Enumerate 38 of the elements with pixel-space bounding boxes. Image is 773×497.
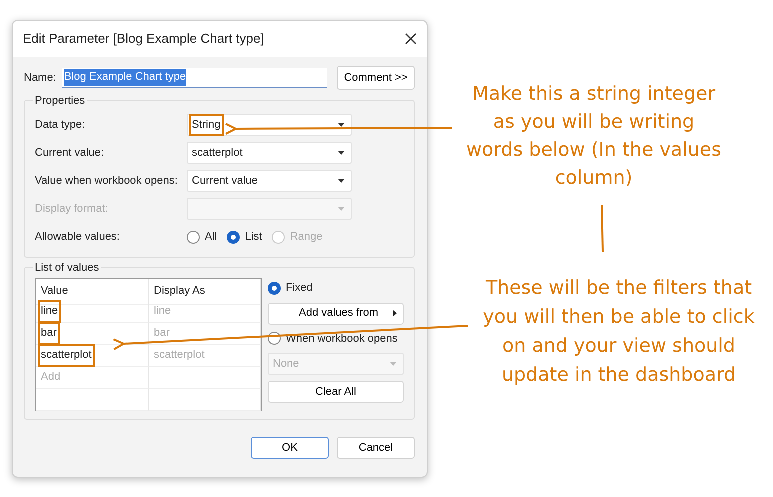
- annotation-text: Make this a string integer as you will be writing words below (In the values column): [466, 82, 722, 191]
- window-title: Edit Parameter [Blog Example Chart type]: [23, 30, 264, 48]
- column-header: Value: [36, 279, 149, 305]
- comment-button[interactable]: Comment >>: [337, 66, 415, 90]
- field-label: Value when workbook opens:: [35, 174, 179, 189]
- caret-icon: [338, 151, 345, 155]
- name-label: Name:: [24, 70, 56, 86]
- submenu-arrow-icon: [393, 310, 397, 317]
- name-field[interactable]: Blog Example Chart type: [62, 68, 328, 88]
- table-cell: bar: [149, 323, 261, 345]
- table-cell: scatterplot: [149, 345, 261, 367]
- table-cell: line: [36, 301, 149, 323]
- column-header: Display As: [149, 279, 261, 305]
- annotation-text: These will be the filters that you will then be able to click on and your view should update in the dashboard: [483, 276, 755, 388]
- add-values-button[interactable]: Add values from: [268, 302, 404, 324]
- field-label: Data type:: [35, 118, 86, 133]
- radio-button[interactable]: Fixed: [268, 280, 394, 296]
- connector-line: [601, 204, 604, 252]
- dialog-button[interactable]: OK: [251, 437, 329, 459]
- dropdown[interactable]: scatterplot: [187, 142, 352, 164]
- table-cell: bar: [36, 323, 149, 345]
- radio-button[interactable]: All: [187, 228, 218, 246]
- caret-icon: [338, 207, 345, 211]
- dropdown[interactable]: String: [187, 114, 352, 136]
- field-label: Display format:: [35, 202, 110, 217]
- table-cell: scatterplot: [36, 345, 149, 367]
- group-legend: Properties: [33, 93, 88, 110]
- radio-button[interactable]: List: [227, 228, 262, 246]
- clear-all-button[interactable]: Clear All: [268, 381, 404, 403]
- dropdown[interactable]: Current value: [187, 170, 352, 192]
- close-icon[interactable]: [405, 33, 417, 45]
- table-cell: line: [149, 301, 261, 323]
- caret-icon: [390, 362, 397, 366]
- caret-icon: [338, 123, 345, 127]
- field-label: Current value:: [35, 146, 106, 161]
- dialog-button[interactable]: Cancel: [337, 437, 415, 459]
- caret-icon: [338, 179, 345, 183]
- field-label: Allowable values:: [35, 230, 121, 245]
